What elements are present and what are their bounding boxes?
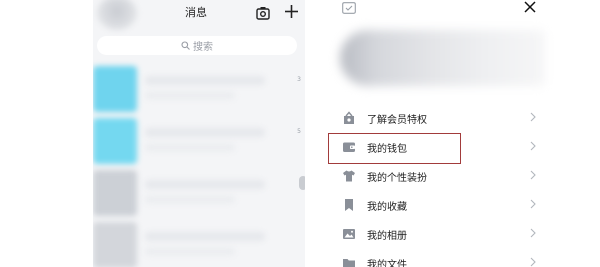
- message-preview: [145, 144, 235, 151]
- message-preview: [145, 248, 235, 255]
- chevron-right-icon: [530, 199, 536, 209]
- chevron-right-icon: [530, 228, 536, 238]
- vip-icon: [344, 111, 354, 124]
- message-preview: [145, 92, 235, 99]
- close-icon[interactable]: [524, 1, 536, 13]
- menu-item-label: 我的收藏: [367, 202, 407, 213]
- menu-item-label: 我的相册: [367, 231, 407, 242]
- tshirt-icon: [343, 170, 355, 182]
- menu-item-label: 我的个性装扮: [367, 173, 427, 184]
- plus-icon[interactable]: [283, 3, 300, 20]
- chevron-right-icon: [530, 141, 536, 151]
- chevron-right-icon: [530, 170, 536, 180]
- menu-item-personalize[interactable]: 我的个性装扮: [330, 163, 545, 189]
- avatar: [93, 66, 137, 112]
- chevron-right-icon: [530, 112, 536, 122]
- message-preview: [145, 76, 265, 85]
- search-placeholder: 搜索: [193, 42, 213, 53]
- message-preview: [145, 196, 235, 203]
- menu-item-label: 了解会员特权: [367, 115, 427, 126]
- avatar: [93, 222, 137, 267]
- avatar: [93, 170, 137, 216]
- unread-count: 3: [297, 76, 301, 83]
- camera-icon[interactable]: [256, 6, 270, 20]
- folder-icon: [343, 259, 355, 267]
- photo-album-icon: [343, 229, 355, 239]
- search-input[interactable]: 搜索: [97, 36, 297, 55]
- messages-panel: 消息 搜索 3 5: [93, 0, 305, 267]
- list-item[interactable]: [93, 218, 305, 267]
- menu-item-album[interactable]: 我的相册: [330, 221, 545, 247]
- list-item[interactable]: [93, 166, 305, 218]
- bookmark-icon: [345, 199, 353, 211]
- menu-item-vip[interactable]: 了解会员特权: [330, 105, 545, 131]
- message-preview: [145, 232, 265, 241]
- avatar: [93, 118, 137, 164]
- avatar[interactable]: [97, 0, 137, 30]
- search-icon: [181, 41, 190, 50]
- message-preview: [145, 128, 265, 137]
- unread-count: 5: [297, 128, 301, 135]
- list-item[interactable]: 3: [93, 62, 305, 114]
- messages-header: 消息: [93, 0, 305, 30]
- menu-item-label: 我的钱包: [367, 144, 407, 155]
- menu-item-label: 我的文件: [367, 260, 407, 267]
- page-title: 消息: [185, 6, 207, 19]
- profile-header[interactable]: [340, 30, 545, 86]
- message-list: 3 5: [93, 62, 305, 267]
- scrollbar-handle[interactable]: [299, 176, 305, 190]
- menu-item-files[interactable]: 我的文件: [330, 250, 545, 267]
- wallet-icon: [343, 142, 355, 152]
- drawer-menu: 了解会员特权 我的钱包 我的个性装扮 我的收藏 我的相册 我的文件: [330, 0, 545, 267]
- chevron-right-icon: [530, 257, 536, 267]
- menu-item-favorites[interactable]: 我的收藏: [330, 192, 545, 218]
- message-preview: [145, 180, 265, 189]
- checkin-icon[interactable]: [342, 2, 356, 14]
- menu-item-wallet[interactable]: 我的钱包: [330, 134, 545, 160]
- list-item[interactable]: 5: [93, 114, 305, 166]
